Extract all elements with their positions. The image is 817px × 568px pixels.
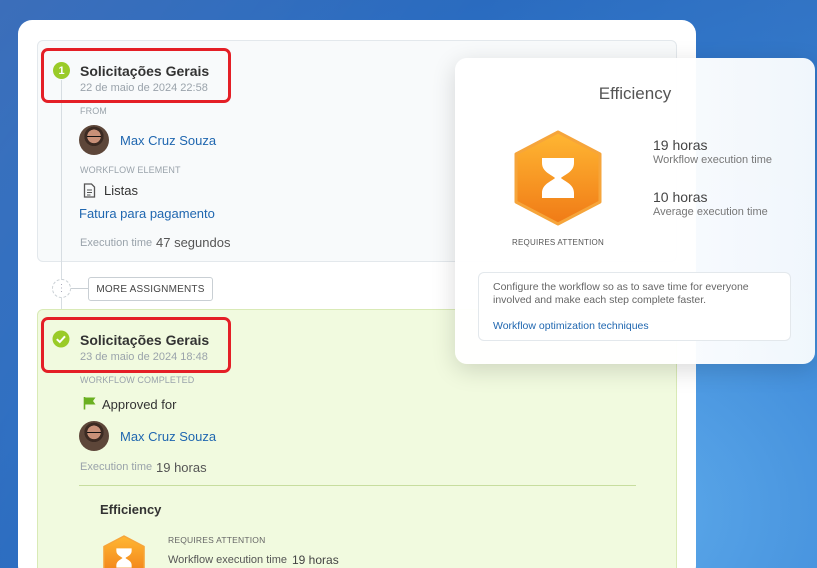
element-link[interactable]: Fatura para pagamento <box>79 206 215 221</box>
requires-attention-label: REQUIRES ATTENTION <box>168 535 266 545</box>
execution-time-value: 19 horas <box>156 460 207 475</box>
popup-title: Efficiency <box>598 84 672 103</box>
optimization-tip-text: Configure the workflow so as to save tim… <box>493 281 749 306</box>
workflow-exec-label: Workflow execution time <box>168 554 288 566</box>
execution-time-value: 47 segundos <box>156 235 231 250</box>
divider <box>79 485 636 486</box>
hourglass-icon <box>514 130 602 226</box>
average-exec-time-label: Average execution time <box>653 206 768 218</box>
requires-attention-label: REQUIRES ATTENTION <box>512 238 604 247</box>
highlight-box-step-1 <box>41 48 231 103</box>
workflow-exec-time-label: Workflow execution time <box>653 154 773 166</box>
user-link[interactable]: Max Cruz Souza <box>120 429 216 444</box>
workflow-exec-value: 19 horas <box>292 553 339 567</box>
optimization-techniques-link[interactable]: Workflow optimization techniques <box>493 320 649 332</box>
execution-time-label: Execution time <box>80 461 153 473</box>
approved-label: Approved for <box>102 397 177 412</box>
efficiency-heading: Efficiency <box>100 502 162 517</box>
avatar[interactable] <box>79 125 109 155</box>
hourglass-icon <box>103 535 145 568</box>
more-assignments-button[interactable]: MORE ASSIGNMENTS <box>88 277 213 301</box>
average-exec-time-value: 10 horas <box>653 189 708 205</box>
workflow-exec-time-value: 19 horas <box>653 137 708 153</box>
workflow-completed-caption: WORKFLOW COMPLETED <box>80 375 195 385</box>
user-link[interactable]: Max Cruz Souza <box>120 133 216 148</box>
flag-icon <box>83 397 96 410</box>
highlight-box-step-2 <box>41 317 231 373</box>
workflow-element-caption: WORKFLOW ELEMENT <box>80 165 181 175</box>
from-caption: FROM <box>80 106 107 116</box>
execution-time-label: Execution time <box>80 237 153 249</box>
document-icon <box>83 183 96 198</box>
avatar[interactable] <box>79 421 109 451</box>
connector-line <box>71 288 88 289</box>
element-type: Listas <box>104 183 138 198</box>
more-dots-icon: ⋮ <box>52 279 71 298</box>
